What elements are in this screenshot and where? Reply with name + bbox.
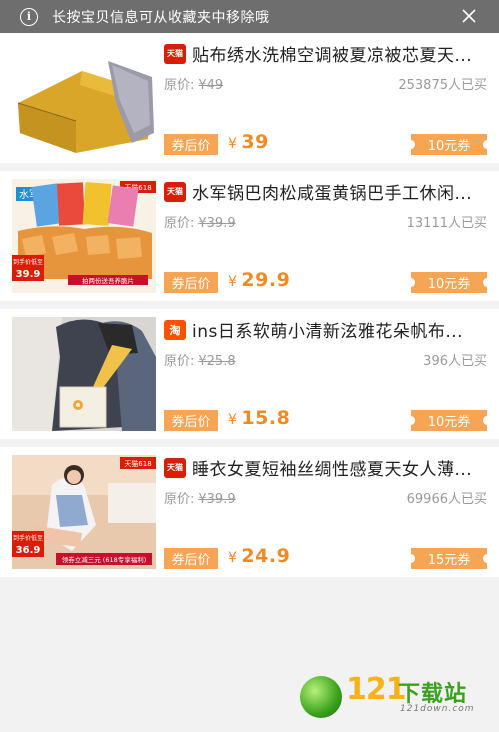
notice-text: 长按宝贝信息可从收藏夹中移除哦 (52, 9, 270, 26)
list-item[interactable]: 淘 ins日系软萌小清新泫雅花朵帆布... 原价: ¥25.8 396人已买 券后… (0, 309, 499, 439)
final-price: ¥15.8 (228, 407, 290, 429)
product-thumbnail: 天猫618 到手价低至 36.9 领券立减三元 (618专享福利) (12, 455, 156, 569)
thumb-promo-price: 36.9 (16, 545, 41, 556)
after-coupon-tag: 券后价 (164, 548, 218, 569)
final-price-value: 29.9 (241, 269, 291, 291)
product-thumbnail (12, 41, 156, 155)
thumb-banner-text: 领券立减三元 (618专享福利) (62, 555, 147, 564)
coupon-button[interactable]: 10元券 (407, 272, 491, 293)
notice-bar: i 长按宝贝信息可从收藏夹中移除哦 (0, 0, 499, 33)
thumb-promo-label: 到手价低至 (13, 534, 43, 542)
final-price-value: 39 (241, 131, 269, 153)
sold-count: 396人已买 (423, 354, 487, 369)
final-price: ¥24.9 (228, 545, 290, 567)
product-title: 水军锅巴肉松咸蛋黄锅巴手工休闲... (192, 184, 473, 204)
sold-count: 13111人已买 (406, 216, 487, 231)
final-price: ¥39 (228, 131, 269, 153)
original-price-value: ¥39.9 (198, 216, 236, 231)
tmall-badge: 天猫 (164, 44, 186, 64)
after-coupon-tag: 券后价 (164, 134, 218, 155)
thumb-promo-price: 39.9 (16, 269, 41, 280)
original-price: 原价: ¥49 (164, 74, 223, 93)
currency-symbol: ¥ (228, 136, 238, 152)
thumb-promo-label: 到手价低至 (13, 258, 43, 266)
list-item[interactable]: 天猫618 到手价低至 36.9 领券立减三元 (618专享福利) 天猫 睡衣女… (0, 447, 499, 577)
coupon-button[interactable]: 10元券 (407, 410, 491, 431)
tmall-badge: 天猫 (164, 458, 186, 478)
product-thumbnail (12, 317, 156, 431)
watermark-logo: 121 下载站 121down.com (300, 672, 490, 722)
sold-count: 253875人已买 (398, 78, 487, 93)
final-price-value: 24.9 (241, 545, 291, 567)
original-price-label: 原价: (164, 216, 195, 231)
watermark-number: 121 (346, 672, 407, 707)
final-price: ¥29.9 (228, 269, 290, 291)
thumb-banner-text: 拍两份送吾养脆片 (82, 276, 134, 285)
product-title: ins日系软萌小清新泫雅花朵帆布... (192, 322, 464, 342)
sold-count: 69966人已买 (406, 492, 487, 507)
list-item[interactable]: 水军 天猫618 到手价低至 39.9 拍两份送吾养脆片 天猫 水军锅巴肉松咸蛋… (0, 171, 499, 301)
original-price: 原价: ¥39.9 (164, 488, 236, 507)
tmall-badge: 天猫 (164, 182, 186, 202)
original-price-value: ¥49 (198, 78, 224, 93)
coupon-button[interactable]: 15元券 (407, 548, 491, 569)
coupon-button[interactable]: 10元券 (407, 134, 491, 155)
globe-icon (300, 676, 342, 718)
info-icon: i (20, 7, 38, 26)
original-price-label: 原价: (164, 492, 195, 507)
close-icon[interactable] (461, 8, 477, 24)
original-price: 原价: ¥39.9 (164, 212, 236, 231)
currency-symbol: ¥ (228, 274, 238, 290)
original-price-label: 原价: (164, 354, 195, 369)
list-item[interactable]: 天猫 贴布绣水洗棉空调被夏凉被芯夏天... 原价: ¥49 253875人已买 券… (0, 33, 499, 163)
original-price-value: ¥25.8 (198, 354, 236, 369)
original-price-label: 原价: (164, 78, 195, 93)
product-thumbnail: 水军 天猫618 到手价低至 39.9 拍两份送吾养脆片 (12, 179, 156, 293)
product-title: 贴布绣水洗棉空调被夏凉被芯夏天... (192, 46, 473, 66)
currency-symbol: ¥ (228, 412, 238, 428)
watermark-url: 121down.com (400, 704, 475, 714)
final-price-value: 15.8 (241, 407, 291, 429)
taobao-badge: 淘 (164, 320, 186, 340)
original-price: 原价: ¥25.8 (164, 350, 236, 369)
after-coupon-tag: 券后价 (164, 410, 218, 431)
currency-symbol: ¥ (228, 550, 238, 566)
original-price-value: ¥39.9 (198, 492, 236, 507)
after-coupon-tag: 券后价 (164, 272, 218, 293)
thumb-tag-text: 天猫618 (124, 459, 151, 468)
product-title: 睡衣女夏短袖丝绸性感夏天女人薄... (192, 460, 473, 480)
